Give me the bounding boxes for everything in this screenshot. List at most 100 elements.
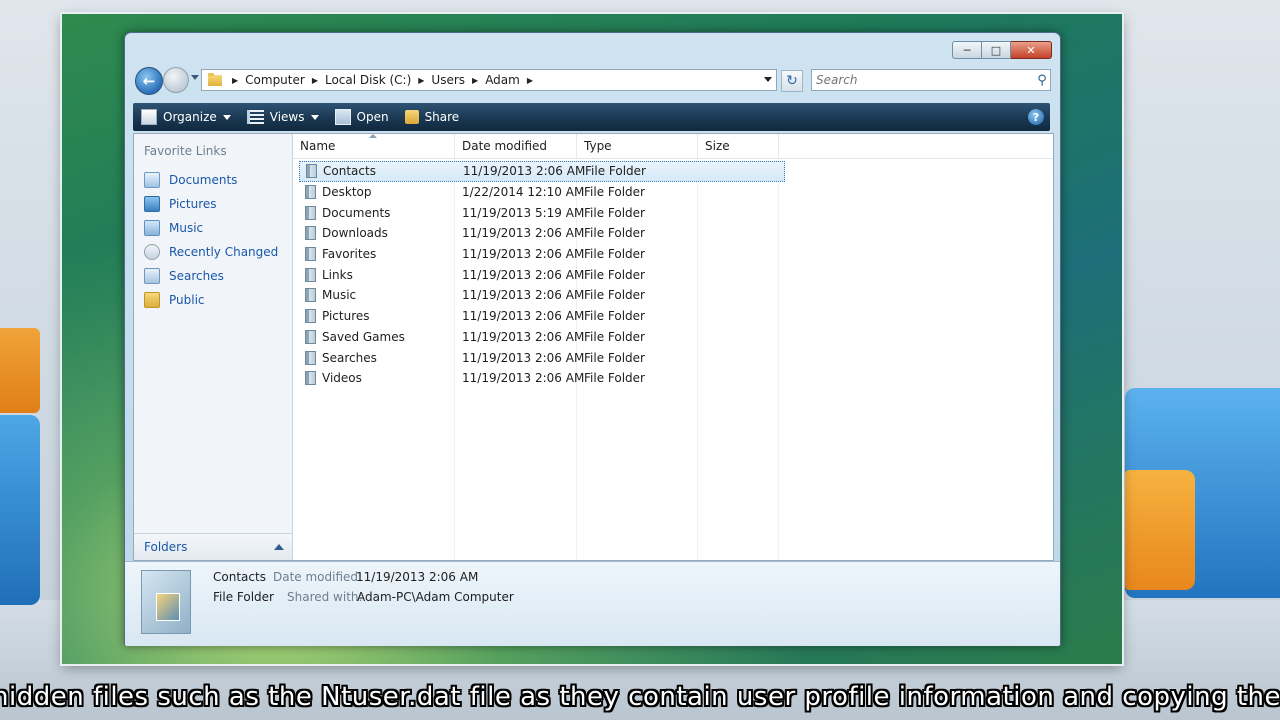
back-button[interactable]: ← [135, 67, 163, 95]
favorite-links-list: Documents Pictures Music Recently Change… [140, 168, 290, 312]
file-type: File Folder [584, 205, 645, 220]
breadcrumb-arrow-icon[interactable]: ▶ [472, 76, 478, 85]
breadcrumb-arrow-icon[interactable]: ▶ [232, 76, 238, 85]
file-row-contacts[interactable]: Contacts 11/19/2013 2:06 AM File Folder [299, 161, 785, 182]
file-name-cell: Documents [293, 205, 455, 220]
file-type: File Folder [584, 329, 645, 344]
contacts-folder-icon [306, 164, 317, 179]
arrow-left-icon: ← [142, 72, 156, 90]
breadcrumb-local-disk[interactable]: Local Disk (C:) [324, 73, 412, 87]
sidebar-item-label: Pictures [169, 197, 217, 211]
file-name: Links [322, 267, 353, 282]
maximize-icon: □ [990, 43, 1002, 57]
sidebar-item-label: Music [169, 221, 204, 235]
breadcrumb-users[interactable]: Users [430, 73, 466, 87]
background-block [0, 415, 40, 605]
organize-label: Organize [163, 110, 217, 124]
window-controls: ─ □ ✕ [952, 41, 1052, 59]
sidebar-item-label: Recently Changed [169, 245, 279, 259]
maximize-button[interactable]: □ [982, 41, 1011, 59]
searches-folder-icon [305, 350, 316, 365]
file-name: Pictures [322, 309, 370, 324]
column-header-date-modified[interactable]: Date modified [455, 134, 577, 158]
file-type: File Folder [585, 164, 646, 179]
file-row-saved-games[interactable]: Saved Games 11/19/2013 2:06 AM File Fold… [293, 327, 1053, 348]
documents-icon [144, 172, 160, 188]
details-date-label: Date modified: [273, 570, 363, 584]
recently-changed-icon [144, 244, 160, 260]
minimize-icon: ─ [963, 43, 971, 57]
file-date: 11/19/2013 2:06 AM [462, 288, 585, 303]
refresh-button[interactable]: ↻ [781, 70, 803, 92]
search-icon[interactable]: ⚲ [1034, 73, 1050, 88]
chevron-down-icon[interactable] [764, 77, 772, 82]
organize-button[interactable]: Organize [133, 103, 239, 131]
recent-pages-dropdown[interactable] [191, 75, 199, 80]
column-header-type[interactable]: Type [577, 134, 698, 158]
file-name-cell: Favorites [293, 247, 455, 262]
videos-folder-icon [305, 371, 316, 386]
searches-icon [144, 268, 160, 284]
breadcrumb-computer[interactable]: Computer [244, 73, 306, 87]
details-pane: Contacts File Folder Date modified: 11/1… [125, 561, 1060, 646]
file-date: 1/22/2014 12:10 AM [462, 185, 585, 200]
file-row-pictures[interactable]: Pictures 11/19/2013 2:06 AM File Folder [293, 306, 1053, 327]
breadcrumb-adam[interactable]: Adam [484, 73, 521, 87]
file-name-cell: Pictures [293, 309, 455, 324]
breadcrumb-arrow-icon[interactable]: ▶ [312, 76, 318, 85]
video-subtitle: hidden files such as the Ntuser.dat file… [0, 680, 1280, 720]
file-row-desktop[interactable]: Desktop 1/22/2014 12:10 AM File Folder [293, 182, 1053, 203]
minimize-button[interactable]: ─ [952, 41, 982, 59]
views-button[interactable]: Views [239, 103, 327, 131]
column-label: Name [300, 139, 336, 153]
saved-games-folder-icon [305, 329, 316, 344]
file-name-cell: Music [293, 288, 455, 303]
sidebar-item-music[interactable]: Music [140, 216, 290, 240]
sidebar-item-label: Searches [169, 269, 224, 283]
sidebar-item-public[interactable]: Public [140, 288, 290, 312]
share-button[interactable]: Share [397, 103, 468, 131]
file-row-music[interactable]: Music 11/19/2013 2:06 AM File Folder [293, 285, 1053, 306]
help-icon[interactable]: ? [1028, 109, 1044, 125]
share-icon [404, 110, 419, 124]
links-folder-icon [305, 267, 316, 282]
file-row-favorites[interactable]: Favorites 11/19/2013 2:06 AM File Folder [293, 244, 1053, 265]
sidebar-item-label: Documents [169, 173, 238, 187]
file-type: File Folder [584, 309, 645, 324]
chevron-down-icon [222, 114, 231, 120]
file-row-links[interactable]: Links 11/19/2013 2:06 AM File Folder [293, 264, 1053, 285]
details-item-type: File Folder [213, 590, 274, 604]
open-button[interactable]: Open [327, 103, 397, 131]
contacts-folder-icon [141, 570, 191, 634]
subtitle-text: hidden files such as the Ntuser.dat file… [0, 682, 1280, 712]
sidebar-item-documents[interactable]: Documents [140, 168, 290, 192]
breadcrumb-arrow-icon[interactable]: ▶ [527, 76, 533, 85]
search-input[interactable] [812, 72, 1034, 88]
file-row-documents[interactable]: Documents 11/19/2013 5:19 AM File Folder [293, 202, 1053, 223]
file-row-searches[interactable]: Searches 11/19/2013 2:06 AM File Folder [293, 347, 1053, 368]
file-name-cell: Videos [293, 371, 455, 386]
sidebar-item-searches[interactable]: Searches [140, 264, 290, 288]
sidebar-item-recently-changed[interactable]: Recently Changed [140, 240, 290, 264]
file-type: File Folder [584, 350, 645, 365]
file-row-videos[interactable]: Videos 11/19/2013 2:06 AM File Folder [293, 368, 1053, 389]
music-folder-icon [305, 288, 316, 303]
forward-button[interactable] [163, 67, 189, 93]
chevron-down-icon [310, 114, 319, 120]
folders-toggle[interactable]: Folders [134, 533, 292, 560]
column-header-size[interactable]: Size [698, 134, 779, 158]
search-box[interactable]: ⚲ [811, 69, 1051, 91]
file-name: Desktop [322, 185, 372, 200]
file-row-downloads[interactable]: Downloads 11/19/2013 2:06 AM File Folder [293, 223, 1053, 244]
breadcrumb-arrow-icon[interactable]: ▶ [418, 76, 424, 85]
file-type: File Folder [584, 185, 645, 200]
address-bar[interactable]: ▶ Computer ▶ Local Disk (C:) ▶ Users ▶ A… [201, 69, 777, 91]
chevron-up-icon [274, 544, 284, 550]
column-headers: Name Date modified Type Size [293, 134, 1053, 159]
column-header-name[interactable]: Name [293, 134, 455, 158]
explorer-window: ─ □ ✕ ← ▶ Computer ▶ Local Disk (C:) ▶ U… [124, 32, 1061, 646]
sidebar-item-pictures[interactable]: Pictures [140, 192, 290, 216]
documents-folder-icon [305, 205, 316, 220]
file-type: File Folder [584, 226, 645, 241]
close-button[interactable]: ✕ [1011, 41, 1052, 59]
